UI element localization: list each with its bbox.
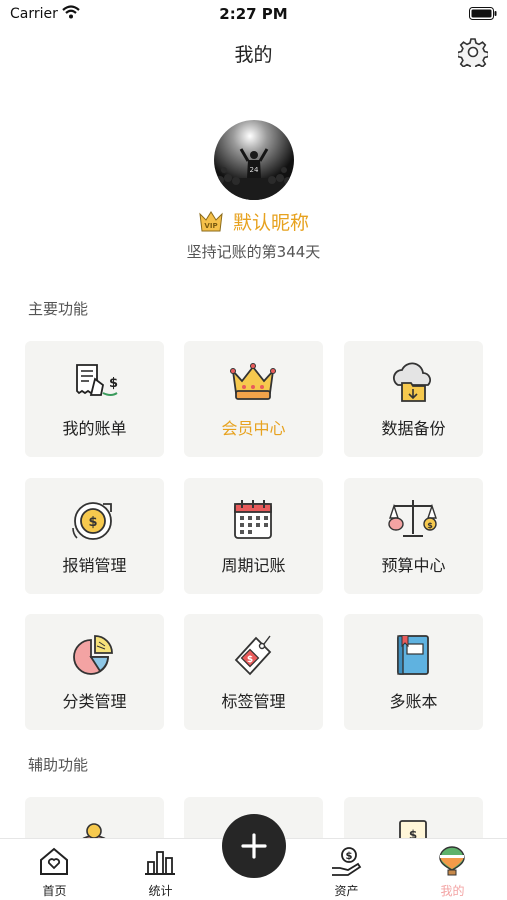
home-icon	[40, 847, 68, 875]
feature-label: 数据备份	[381, 419, 446, 438]
svg-text:$: $	[247, 655, 253, 665]
bar-chart-icon	[145, 851, 175, 875]
feature-label: 分类管理	[62, 692, 127, 711]
calendar-icon	[234, 500, 272, 539]
feature-label: 我的账单	[62, 419, 127, 438]
feature-tags[interactable]: $ 标签管理	[184, 614, 323, 730]
nickname[interactable]: 默认昵称	[233, 208, 309, 235]
cloud-folder-icon	[392, 362, 431, 402]
ledger-book-icon	[397, 635, 429, 675]
main-feature-grid: $ 我的账单 会员中心 数据备份 $ 报销管理 周期记账 $ 预算中心 分类管理…	[25, 341, 483, 731]
avatar[interactable]: 24	[214, 120, 294, 200]
feature-data-backup[interactable]: 数据备份	[344, 341, 483, 457]
streak-days: 坚持记账的第344天	[186, 243, 321, 261]
feature-label: 预算中心	[381, 556, 446, 575]
battery-icon	[469, 7, 497, 20]
pie-chart-icon	[73, 635, 113, 675]
tab-label: 首页	[42, 884, 67, 898]
price-tag-icon: $	[234, 635, 272, 676]
feature-recurring[interactable]: 周期记账	[184, 478, 323, 594]
feature-label: 标签管理	[221, 692, 286, 711]
section-title-aux: 辅助功能	[28, 756, 89, 774]
feature-label: 会员中心	[221, 419, 286, 438]
feature-label: 周期记账	[221, 556, 286, 575]
feature-multi-ledger[interactable]: 多账本	[344, 614, 483, 730]
balance-scale-icon: $	[388, 500, 437, 537]
svg-text:$: $	[109, 376, 118, 391]
tab-label: 我的	[440, 884, 465, 898]
feature-categories[interactable]: 分类管理	[25, 614, 164, 730]
tab-label: 统计	[148, 884, 173, 898]
feature-budget[interactable]: $ 预算中心	[344, 478, 483, 594]
tab-statistics[interactable]: 统计	[110, 839, 211, 900]
balloon-icon	[439, 846, 465, 876]
vip-crown-icon: VIP	[199, 210, 223, 231]
svg-text:$: $	[88, 515, 97, 530]
tab-mine[interactable]: 我的	[402, 839, 503, 900]
bill-icon: $	[76, 364, 118, 396]
status-bar: Carrier 2:27 PM	[0, 0, 507, 28]
svg-text:VIP: VIP	[204, 222, 217, 230]
feature-reimbursement[interactable]: $ 报销管理	[25, 478, 164, 594]
nav-bar: 我的	[0, 28, 507, 76]
feature-label: 报销管理	[62, 556, 127, 575]
nickname-row: VIP 默认昵称	[0, 208, 507, 235]
feature-label: 多账本	[389, 692, 438, 711]
tab-home[interactable]: 首页	[4, 839, 105, 900]
page-title: 我的	[234, 44, 273, 66]
status-time: 2:27 PM	[219, 5, 288, 23]
tab-assets[interactable]: $ 资产	[296, 839, 397, 900]
gear-icon[interactable]	[458, 37, 488, 67]
hand-coin-icon: $	[332, 847, 362, 876]
feature-vip-center[interactable]: 会员中心	[184, 341, 323, 457]
tab-label: 资产	[334, 884, 359, 898]
section-title-main: 主要功能	[28, 300, 89, 318]
plus-icon	[241, 833, 267, 859]
crown-icon	[230, 363, 276, 400]
add-record-button[interactable]	[222, 814, 286, 878]
svg-text:$: $	[427, 521, 433, 530]
svg-text:24: 24	[250, 166, 259, 174]
coin-refund-icon: $	[72, 502, 112, 540]
feature-my-bills[interactable]: $ 我的账单	[25, 341, 164, 457]
svg-text:$: $	[346, 851, 353, 862]
